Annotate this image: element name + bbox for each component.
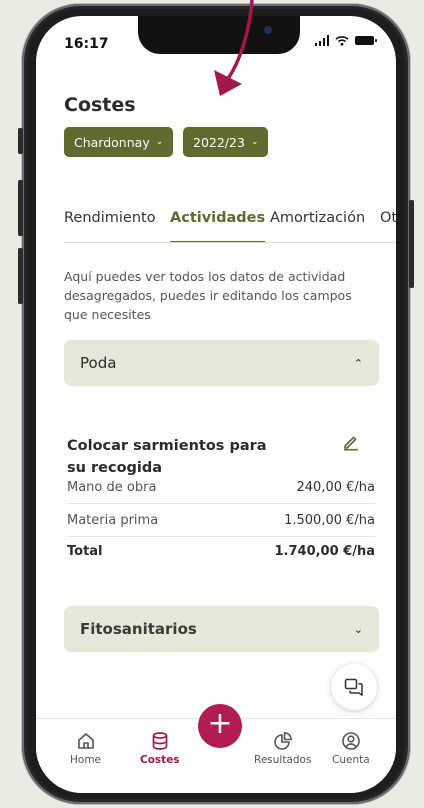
nav-costes[interactable]: Costes: [140, 731, 180, 766]
arrow-annotation-icon: [214, 0, 254, 96]
nav-label: Costes: [140, 754, 180, 766]
cost-row-mano-de-obra: Mano de obra 240,00 €/ha: [67, 471, 375, 504]
page-title: Costes: [64, 94, 136, 116]
phone-side-button: [18, 180, 23, 236]
nav-label: Resultados: [254, 754, 312, 766]
section-fitosanitarios-header[interactable]: Fitosanitarios ⌄: [64, 606, 379, 652]
chevron-down-icon: ⌄: [353, 622, 363, 636]
season-dropdown-label: 2022/23: [193, 134, 245, 150]
cost-row-value: 1.500,00 €/ha: [284, 512, 375, 528]
tab-otros[interactable]: Otr: [380, 210, 396, 226]
cost-total-value: 1.740,00 €/ha: [274, 544, 376, 559]
nav-home[interactable]: Home: [70, 731, 101, 766]
nav-cuenta[interactable]: Cuenta: [332, 731, 370, 766]
tab-divider: [64, 242, 396, 243]
cost-row-label: Mano de obra: [67, 479, 157, 495]
section-label: Poda: [80, 354, 117, 372]
phone-side-button: [18, 128, 23, 154]
season-dropdown[interactable]: 2022/23 ⌄: [183, 127, 269, 157]
nav-label: Home: [70, 754, 102, 766]
cost-total-label: Total: [67, 544, 103, 559]
tab-amortizacion[interactable]: Amortización: [270, 210, 365, 226]
chat-button[interactable]: [331, 664, 377, 710]
section-poda-header[interactable]: Poda ⌃: [64, 340, 379, 386]
pencil-icon[interactable]: [342, 433, 360, 451]
phone-side-button: [409, 200, 414, 288]
nav-resultados[interactable]: Resultados: [254, 731, 311, 766]
nav-label: Cuenta: [332, 754, 370, 766]
cost-row-label: Materia prima: [67, 512, 159, 528]
chat-icon: [344, 678, 363, 696]
wifi-icon: [335, 36, 349, 46]
variety-dropdown-label: Chardonnay: [74, 134, 150, 150]
info-text: Aquí puedes ver todos los datos de activ…: [64, 269, 352, 322]
signal-icon: [314, 35, 329, 46]
database-icon: [152, 732, 168, 750]
variety-dropdown[interactable]: Chardonnay ⌄: [64, 127, 174, 157]
section-label: Fitosanitarios: [80, 620, 197, 638]
pie-chart-icon: [273, 732, 292, 750]
add-button[interactable]: +: [198, 704, 242, 748]
battery-icon: [355, 36, 377, 45]
home-icon: [77, 733, 94, 749]
chevron-up-icon: ⌃: [353, 356, 363, 370]
tab-bar: Rendimiento Actividades Amortización Otr: [64, 210, 396, 243]
status-time: 16:17: [64, 36, 109, 52]
cost-row-total: Total 1.740,00 €/ha: [67, 535, 375, 568]
chevron-down-icon: ⌄: [250, 137, 259, 147]
phone-side-button: [18, 248, 23, 304]
status-icons: [314, 35, 377, 46]
tab-rendimiento[interactable]: Rendimiento: [64, 210, 156, 226]
tab-actividades[interactable]: Actividades: [170, 210, 266, 243]
cost-row-value: 240,00 €/ha: [296, 479, 375, 495]
chevron-down-icon: ⌄: [155, 137, 164, 147]
cost-row-materia-prima: Materia prima 1.500,00 €/ha: [67, 504, 375, 537]
app-screen: 16:17 Costes Chardonnay ⌄ 2022/23 ⌄ Rend…: [36, 16, 396, 793]
user-circle-icon: [342, 732, 360, 750]
